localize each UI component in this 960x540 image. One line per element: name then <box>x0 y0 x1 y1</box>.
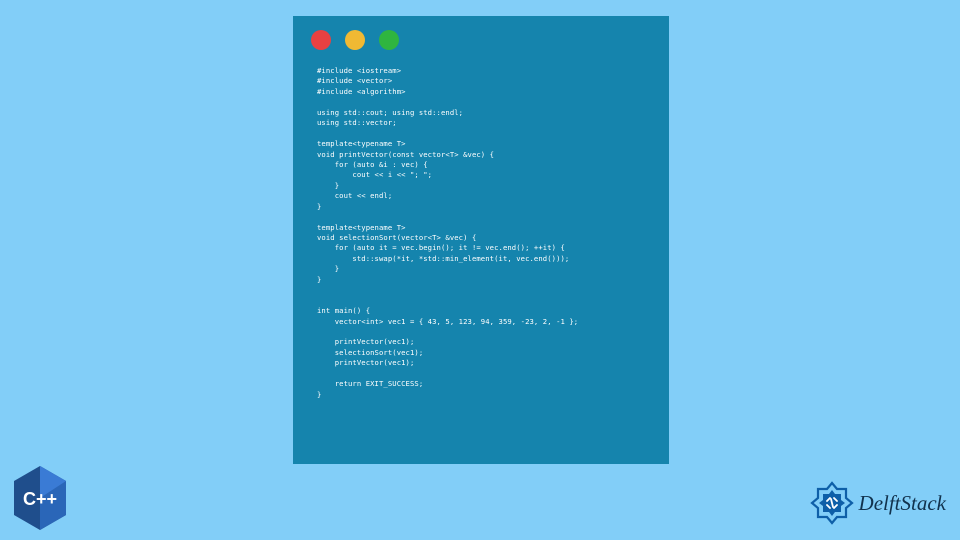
traffic-lights <box>307 30 655 50</box>
close-dot <box>311 30 331 50</box>
cpp-logo: C++ <box>10 464 70 532</box>
minimize-dot <box>345 30 365 50</box>
code-block: #include <iostream> #include <vector> #i… <box>307 66 655 400</box>
delftstack-logo-icon <box>809 480 855 526</box>
delftstack-brand: DelftStack <box>809 480 946 526</box>
code-window: #include <iostream> #include <vector> #i… <box>293 16 669 464</box>
maximize-dot <box>379 30 399 50</box>
delftstack-text: DelftStack <box>859 491 946 516</box>
cpp-badge-text: C++ <box>23 489 57 509</box>
